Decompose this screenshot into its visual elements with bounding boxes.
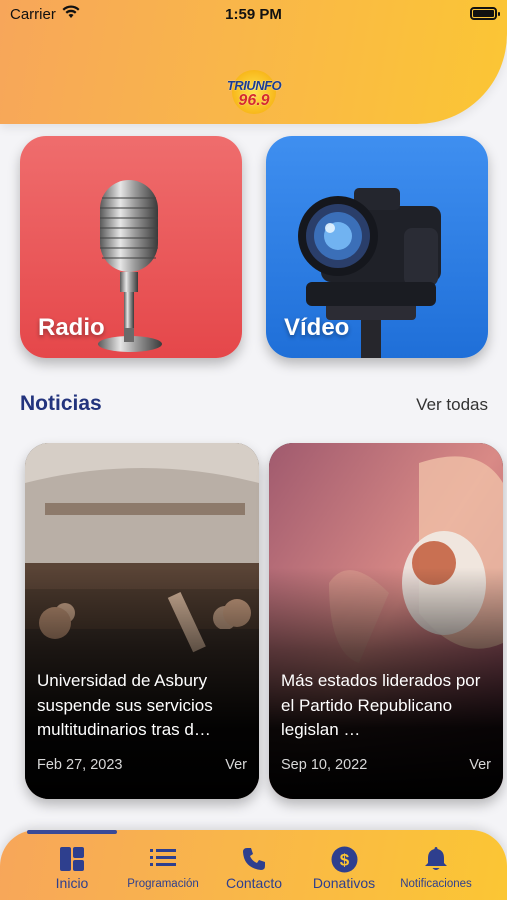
video-label: Vídeo [284,314,350,341]
dollar-icon: $ [331,846,358,873]
news-gradient [25,443,259,799]
news-card[interactable]: Universidad de Asbury suspende sus servi… [25,443,259,799]
tab-notificaciones[interactable]: Notificaciones [389,830,483,900]
news-card[interactable]: Más estados liderados por el Partido Rep… [269,443,503,799]
active-tab-indicator [27,830,117,834]
station-logo[interactable]: TRIUNFO 96.9 [218,70,290,114]
radio-label: Radio [38,314,105,341]
news-section-title: Noticias [20,392,102,415]
tab-label: Programación [127,878,199,890]
phone-icon [243,848,265,870]
tab-inicio[interactable]: Inicio [27,830,117,900]
news-read-more[interactable]: Ver [469,757,491,773]
news-title: Más estados liderados por el Partido Rep… [281,671,481,739]
radio-card[interactable]: Radio [20,136,242,358]
news-gradient [269,443,503,799]
tab-label: Notificaciones [400,878,472,890]
news-date: Feb 27, 2023 [37,757,123,773]
tab-donativos[interactable]: $ Donativos [299,830,389,900]
video-card[interactable]: Vídeo [266,136,488,358]
app-screen: Carrier 1:59 PM TRIUNFO 96.9 Radio Vídeo… [0,0,507,900]
logo-bottom-text: 96.9 [238,92,270,109]
news-date: Sep 10, 2022 [281,757,368,773]
tab-bar: Inicio Programación Contacto $ Donativos [0,830,507,900]
tab-label: Inicio [55,875,89,891]
status-bar: Carrier 1:59 PM [0,0,507,28]
status-time: 1:59 PM [225,6,282,23]
news-title: Universidad de Asbury suspende sus servi… [37,671,213,739]
tab-label: Donativos [312,875,376,891]
news-read-more[interactable]: Ver [225,757,247,773]
tab-programacion[interactable]: Programación [117,830,209,900]
logo-top-text: TRIUNFO [226,78,282,93]
see-all-link[interactable]: Ver todas [416,395,488,415]
tab-label: Contacto [225,875,283,891]
header: Carrier 1:59 PM TRIUNFO 96.9 [0,0,507,124]
svg-text:$: $ [340,851,350,870]
list-icon [150,849,176,866]
grid-icon [60,847,84,871]
tab-contacto[interactable]: Contacto [209,830,299,900]
bell-icon [425,847,447,870]
battery-icon [470,7,500,20]
